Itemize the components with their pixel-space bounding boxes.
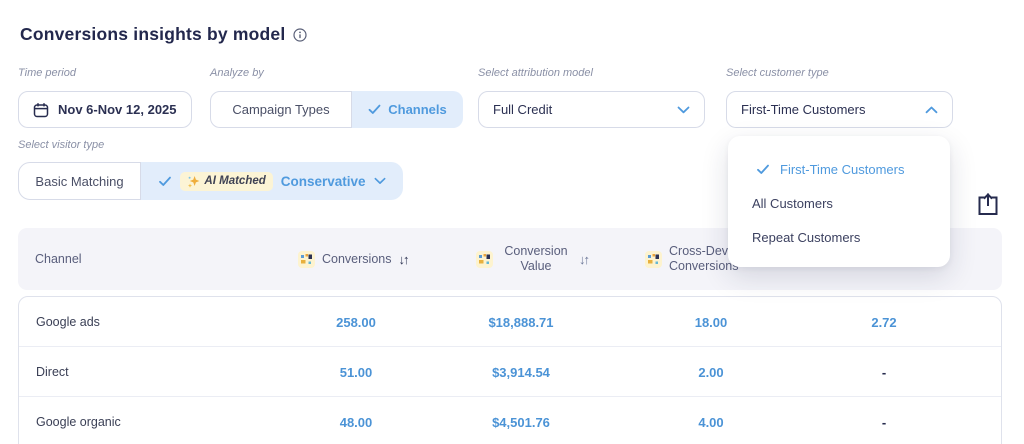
table-row[interactable]: Direct 51.00 $3,914.54 2.00 - (19, 347, 1001, 397)
column-header-conversion-value[interactable]: Conversion Value ↓↑ (476, 228, 590, 290)
dropdown-item-label: All Customers (752, 195, 833, 211)
chevron-up-icon (925, 106, 938, 114)
info-icon[interactable] (293, 27, 308, 42)
campaign-types-label: Campaign Types (232, 102, 330, 117)
attribution-model-icon (645, 250, 662, 268)
customer-type-dropdown: First-Time Customers All Customers Repea… (728, 136, 950, 267)
conversions-cell: 258.00 (336, 314, 376, 330)
channel-cell: Google ads (36, 315, 100, 329)
cross-device-cell: 4.00 (698, 414, 724, 430)
channel-cell: Direct (36, 365, 69, 379)
check-icon (756, 164, 770, 175)
customer-type-select[interactable]: First-Time Customers (726, 91, 953, 128)
dropdown-item-all-customers[interactable]: All Customers (728, 186, 950, 220)
conversion-value-cell: $3,914.54 (492, 364, 550, 380)
column-header-conversions[interactable]: Conversions ↓↑ (298, 228, 409, 290)
dropdown-item-label: First-Time Customers (780, 161, 905, 177)
dropdown-item-label: Repeat Customers (752, 229, 861, 245)
chevron-down-icon (677, 106, 690, 114)
conversion-value-cell: $18,888.71 (488, 314, 554, 330)
metric-cell: - (881, 414, 887, 430)
table-body: Google ads 258.00 $18,888.71 18.00 2.72 … (18, 296, 1002, 444)
export-button[interactable] (975, 191, 1001, 218)
check-icon (368, 104, 381, 115)
basic-matching-label: Basic Matching (35, 173, 124, 189)
basic-matching-segment[interactable]: Basic Matching (18, 162, 141, 200)
cross-device-cell: 18.00 (694, 314, 728, 330)
attribution-model-icon (298, 250, 315, 268)
sparkle-icon (187, 175, 200, 188)
metric-cell: 2.72 (871, 314, 897, 330)
channels-label: Channels (388, 102, 447, 117)
visitor-type-toggle: Basic Matching AI Matched Conservative (18, 162, 403, 200)
conversion-value-cell: $4,501.76 (492, 414, 550, 430)
cross-device-cell: 2.00 (698, 364, 724, 380)
attribution-model-icon (476, 250, 493, 268)
sort-icon[interactable]: ↓↑ (398, 252, 409, 267)
check-icon (158, 176, 172, 187)
date-range-value: Nov 6-Nov 12, 2025 (58, 102, 177, 117)
attribution-model-value: Full Credit (493, 102, 553, 117)
ai-matched-mode: Conservative (280, 173, 366, 189)
conversions-insights-panel: Conversions insights by model Time perio… (0, 0, 1024, 444)
date-range-picker[interactable]: Nov 6-Nov 12, 2025 (18, 91, 192, 128)
dropdown-item-repeat-customers[interactable]: Repeat Customers (728, 220, 950, 254)
table-row[interactable]: Google ads 258.00 $18,888.71 18.00 2.72 (19, 297, 1001, 347)
channel-cell: Google organic (36, 415, 121, 429)
customer-type-label: Select customer type (726, 67, 829, 79)
conversions-cell: 51.00 (339, 364, 373, 380)
ai-matched-label: AI Matched (204, 175, 266, 187)
attribution-model-select[interactable]: Full Credit (478, 91, 705, 128)
customer-type-value: First-Time Customers (741, 102, 866, 117)
table-row[interactable]: Google organic 48.00 $4,501.76 4.00 - (19, 397, 1001, 444)
export-icon (976, 192, 1000, 217)
ai-matched-segment[interactable]: AI Matched Conservative (141, 162, 403, 200)
metric-cell: - (881, 364, 887, 380)
conversions-header-label: Conversions (322, 251, 392, 266)
page-title-text: Conversions insights by model (20, 24, 286, 44)
column-header-channel[interactable]: Channel (35, 228, 82, 290)
time-period-label: Time period (18, 67, 76, 79)
analyze-by-label: Analyze by (210, 67, 264, 79)
page-title: Conversions insights by model (20, 24, 308, 45)
calendar-icon (33, 102, 49, 118)
analyze-by-toggle: Campaign Types Channels (210, 91, 463, 128)
campaign-types-segment[interactable]: Campaign Types (210, 91, 352, 128)
visitor-type-label: Select visitor type (18, 139, 105, 151)
conversions-cell: 48.00 (339, 414, 373, 430)
conversion-value-header-label: Conversion Value (504, 244, 568, 273)
channels-segment[interactable]: Channels (352, 91, 463, 128)
dropdown-item-first-time-customers[interactable]: First-Time Customers (728, 152, 950, 186)
chevron-down-icon (374, 177, 386, 185)
attribution-model-label: Select attribution model (478, 67, 593, 79)
ai-matched-badge: AI Matched (180, 171, 273, 191)
sort-icon[interactable]: ↓↑ (579, 252, 590, 267)
